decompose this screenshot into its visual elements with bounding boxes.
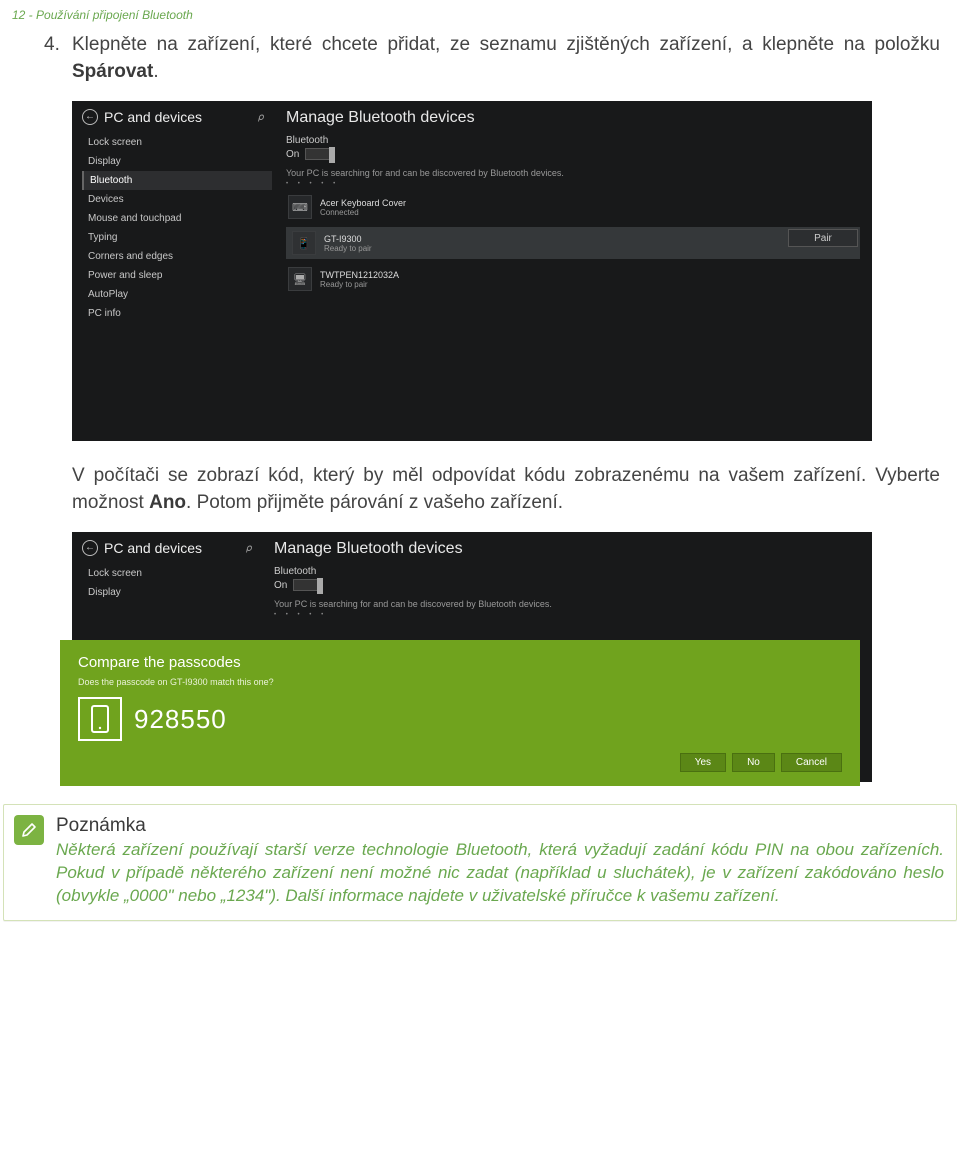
note-box: Poznámka Některá zařízení používají star…	[3, 804, 957, 921]
back-icon[interactable]: ←	[82, 540, 98, 556]
device-row-keyboard[interactable]: ⌨ Acer Keyboard Cover Connected	[286, 191, 860, 223]
phone-outline-icon	[78, 697, 122, 741]
device-row-pen[interactable]: 🖥 TWTPEN1212032A Ready to pair	[286, 263, 860, 295]
no-button[interactable]: No	[732, 753, 775, 772]
settings-content: Manage Bluetooth devices Bluetooth On Yo…	[260, 532, 872, 782]
sidebar-item-power[interactable]: Power and sleep	[82, 266, 272, 285]
bt-state: On	[286, 149, 299, 160]
progress-dots: • • • • •	[286, 181, 860, 187]
cancel-button[interactable]: Cancel	[781, 753, 842, 772]
note-body: Některá zařízení používají starší verze …	[56, 839, 944, 908]
bt-toggle[interactable]	[293, 579, 321, 591]
settings-sidebar: ← PC and devices 𝜌 Lock screen Display B…	[72, 101, 272, 441]
content-heading: Manage Bluetooth devices	[274, 540, 860, 558]
bt-label: Bluetooth	[274, 566, 860, 577]
bt-label: Bluetooth	[286, 135, 860, 146]
step-pre: Klepněte na zařízení, které chcete přida…	[72, 34, 940, 55]
sidebar-item-display[interactable]: Display	[82, 583, 260, 602]
content-heading: Manage Bluetooth devices	[286, 109, 860, 127]
device-status: Ready to pair	[324, 244, 372, 253]
screenshot-devices: ← PC and devices 𝜌 Lock screen Display B…	[72, 101, 872, 441]
device-status: Ready to pair	[320, 280, 399, 289]
device-row-phone[interactable]: 📱 GT-I9300 Ready to pair	[286, 227, 860, 259]
step-4-text: 4. Klepněte na zařízení, které chcete př…	[72, 32, 940, 85]
sidebar-item-devices[interactable]: Devices	[82, 190, 272, 209]
step-post: .	[153, 61, 158, 82]
search-icon[interactable]: 𝜌	[258, 112, 264, 123]
pair-button[interactable]: Pair	[788, 229, 858, 247]
page-title: PC and devices	[104, 109, 202, 125]
settings-content: Manage Bluetooth devices Bluetooth On Yo…	[272, 101, 872, 441]
computer-icon: 🖥	[288, 267, 312, 291]
page-title: PC and devices	[104, 540, 202, 556]
passcode-dialog: Compare the passcodes Does the passcode …	[60, 640, 860, 786]
page-header-crumb: 12 - Používání připojení Bluetooth	[0, 0, 960, 26]
yes-button[interactable]: Yes	[680, 753, 726, 772]
note-title: Poznámka	[56, 815, 944, 837]
sidebar-item-display[interactable]: Display	[82, 152, 272, 171]
progress-dots: • • • • •	[274, 612, 860, 618]
back-icon[interactable]: ←	[82, 109, 98, 125]
sidebar-item-bluetooth[interactable]: Bluetooth	[82, 171, 272, 190]
ano-bold: Ano	[149, 492, 186, 513]
sidebar-item-corners[interactable]: Corners and edges	[82, 247, 272, 266]
sidebar-item-lockscreen[interactable]: Lock screen	[82, 564, 260, 583]
device-name: TWTPEN1212032A	[320, 270, 399, 280]
dialog-title: Compare the passcodes	[78, 654, 842, 671]
phone-icon: 📱	[292, 231, 316, 255]
sidebar-item-pcinfo[interactable]: PC info	[82, 304, 272, 323]
note-pencil-icon	[14, 815, 44, 845]
device-name: Acer Keyboard Cover	[320, 198, 406, 208]
step-number: 4.	[44, 32, 60, 59]
sidebar-item-autoplay[interactable]: AutoPlay	[82, 285, 272, 304]
screenshot-passcode: ← PC and devices 𝜌 Lock screen Display P…	[72, 532, 872, 782]
sidebar-item-mouse[interactable]: Mouse and touchpad	[82, 209, 272, 228]
bt-toggle[interactable]	[305, 148, 333, 160]
dialog-question: Does the passcode on GT-I9300 match this…	[78, 677, 842, 687]
search-icon[interactable]: 𝜌	[246, 543, 252, 554]
pairing-paragraph: V počítači se zobrazí kód, který by měl …	[72, 463, 940, 516]
device-status: Connected	[320, 208, 406, 217]
bt-searching-label: Your PC is searching for and can be disc…	[274, 599, 860, 609]
step-bold: Spárovat	[72, 61, 153, 82]
device-name: GT-I9300	[324, 234, 372, 244]
sidebar-item-typing[interactable]: Typing	[82, 228, 272, 247]
keyboard-icon: ⌨	[288, 195, 312, 219]
bt-state: On	[274, 580, 287, 591]
passcode-value: 928550	[134, 704, 227, 735]
bt-searching-label: Your PC is searching for and can be disc…	[286, 168, 860, 178]
sidebar-item-lockscreen[interactable]: Lock screen	[82, 133, 272, 152]
